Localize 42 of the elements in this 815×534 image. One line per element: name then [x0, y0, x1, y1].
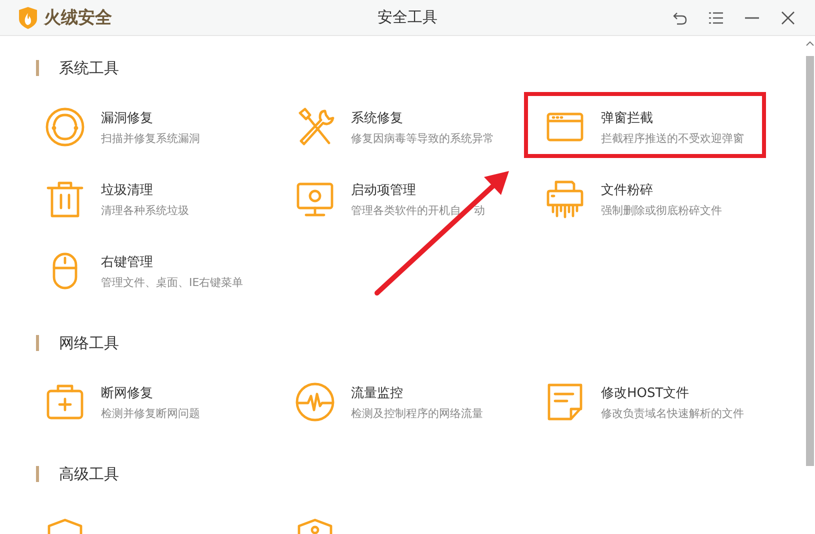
section-title: 网络工具: [59, 334, 119, 352]
tool-description: 检测并修复断网问题: [101, 406, 200, 420]
tool-name[interactable]: 修改HOST文件: [601, 384, 744, 402]
close-icon[interactable]: [781, 10, 795, 24]
paper-shredder-icon[interactable]: [545, 179, 585, 219]
tool-description: 拦截程序推送的不受欢迎弹窗: [601, 130, 744, 146]
document-note-icon[interactable]: [545, 382, 585, 422]
tool-description: 强制删除或彻底粉碎文件: [601, 202, 722, 218]
section-marker: [36, 60, 39, 76]
tool-description: 修复因病毒等导致的系统异常: [351, 130, 494, 146]
tool-description: 清理各种系统垃圾: [101, 202, 189, 218]
tool-name[interactable]: 垃圾清理: [101, 180, 189, 198]
tool-name[interactable]: 断网修复: [101, 384, 200, 402]
brand-name: 火绒安全: [44, 7, 112, 29]
tool-description: 扫描并修复系统漏洞: [101, 130, 200, 146]
menu-icon[interactable]: [709, 12, 723, 24]
flame-shield-logo-icon: [18, 6, 38, 28]
section-marker: [36, 335, 39, 351]
section-title: 系统工具: [59, 58, 119, 78]
tool-name[interactable]: 启动项管理: [351, 180, 485, 198]
pulse-gauge-icon[interactable]: [295, 382, 335, 422]
scroll-thumb[interactable]: [806, 56, 814, 466]
first-aid-kit-icon[interactable]: [45, 382, 85, 422]
tool-description: 动: [474, 202, 485, 218]
trash-can-icon[interactable]: [45, 179, 85, 219]
tool-name[interactable]: 系统修复: [351, 108, 494, 126]
tool-name[interactable]: 漏洞修复: [101, 108, 200, 126]
scroll-up-icon[interactable]: [806, 41, 814, 46]
tool-name[interactable]: 文件粉碎: [601, 180, 722, 198]
lifebuoy-icon[interactable]: [45, 107, 85, 147]
tool-description: 管理文件、桌面、IE右键菜单: [101, 274, 244, 290]
tool-name[interactable]: 弹窗拦截: [601, 108, 744, 126]
minimize-icon[interactable]: [745, 16, 759, 18]
tool-name[interactable]: 右键管理: [101, 252, 244, 270]
tool-name[interactable]: 流量监控: [351, 384, 483, 402]
section-marker: [36, 466, 39, 482]
tool-description: 检测及控制程序的网络流量: [351, 406, 483, 420]
undo-icon[interactable]: [673, 10, 687, 24]
tool-description: 管理各类软件的开机自: [351, 202, 461, 218]
window-title: 安全工具: [376, 8, 438, 27]
tool-description: 修改负责域名快速解析的文件: [601, 406, 744, 420]
section-title: 高级工具: [59, 464, 119, 484]
